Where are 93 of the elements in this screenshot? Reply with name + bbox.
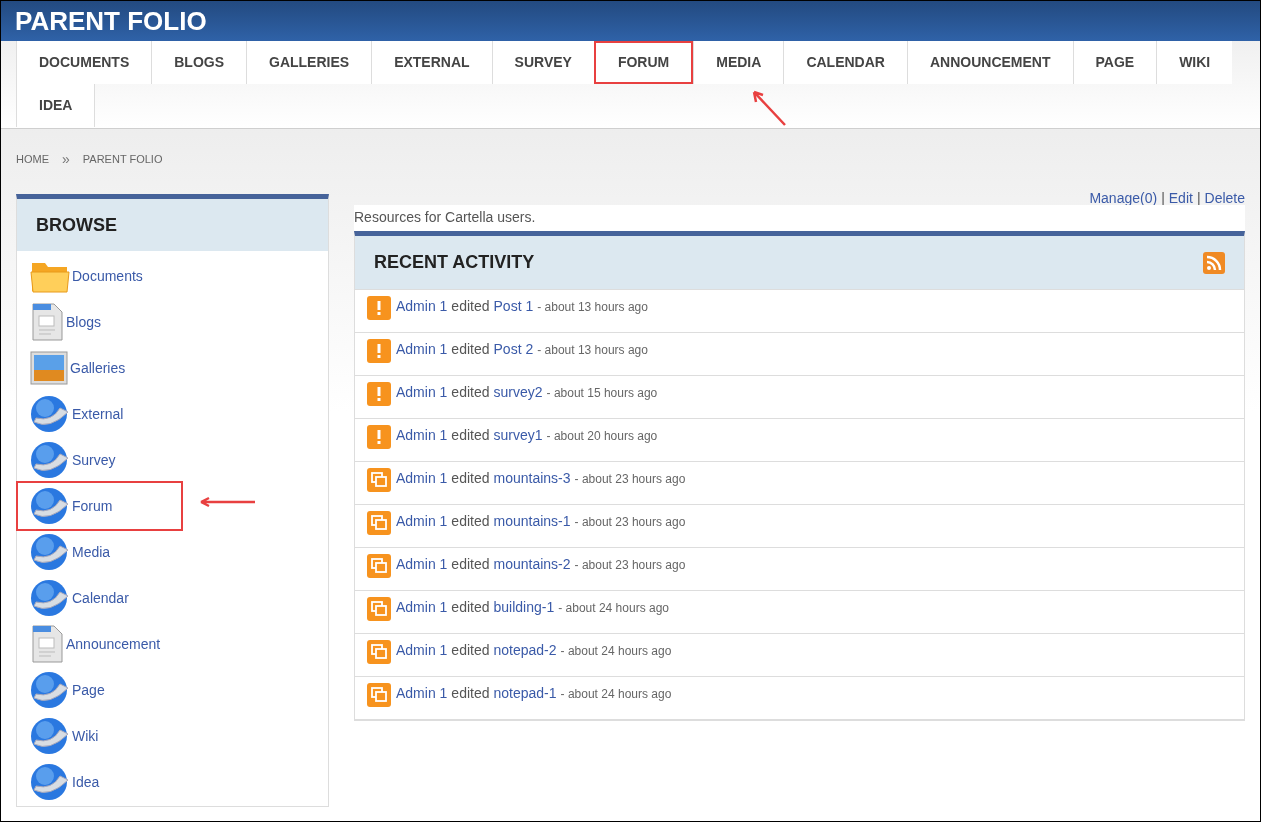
activity-time: - about 15 hours ago — [546, 385, 658, 402]
picture-icon — [30, 351, 68, 385]
item-link[interactable]: notepad-2 — [493, 640, 557, 661]
item-link[interactable]: survey1 — [493, 425, 543, 446]
activity-verb: edited — [451, 684, 490, 703]
nav-tab[interactable]: BLOGS — [151, 41, 246, 84]
item-link[interactable]: mountains-1 — [493, 511, 571, 532]
activity-verb: edited — [451, 340, 490, 359]
user-link[interactable]: Admin 1 — [396, 597, 448, 618]
activity-verb: edited — [451, 469, 490, 488]
browse-item[interactable]: Blogs — [18, 299, 181, 345]
alert-icon — [367, 296, 391, 320]
nav-tab[interactable]: DOCUMENTS — [16, 41, 152, 84]
images-icon — [367, 683, 391, 707]
globe-icon — [30, 486, 70, 526]
nav-tab[interactable]: MEDIA — [693, 41, 784, 84]
activity-time: - about 23 hours ago — [574, 557, 686, 574]
breadcrumb-link[interactable]: PARENT FOLIO — [82, 150, 163, 168]
activity-verb: edited — [451, 641, 490, 660]
globe-icon — [30, 394, 70, 434]
globe-icon — [30, 716, 70, 756]
activity-time: - about 23 hours ago — [574, 471, 686, 488]
activity-time: - about 24 hours ago — [558, 600, 669, 617]
nav-tab[interactable]: IDEA — [16, 84, 96, 127]
activity-verb: edited — [451, 598, 490, 617]
panel-title: RECENT ACTIVITY — [374, 251, 535, 274]
user-link[interactable]: Admin 1 — [396, 468, 448, 489]
item-link[interactable]: mountains-2 — [493, 554, 571, 575]
activity-verb: edited — [451, 426, 490, 445]
nav-tab[interactable]: PAGE — [1072, 41, 1157, 84]
nav-tab[interactable]: ANNOUNCEMENT — [906, 41, 1073, 84]
user-link[interactable]: Admin 1 — [396, 554, 448, 575]
activity-time: - about 13 hours ago — [537, 299, 648, 316]
images-icon — [367, 554, 391, 578]
document-icon — [30, 302, 64, 342]
browse-item[interactable]: Forum — [18, 483, 181, 529]
browse-item[interactable]: Survey — [18, 437, 181, 483]
images-icon — [367, 511, 391, 535]
user-link[interactable]: Admin 1 — [396, 296, 448, 317]
globe-icon — [30, 532, 70, 572]
user-link[interactable]: Admin 1 — [396, 382, 448, 403]
nav-tab[interactable]: FORUM — [593, 41, 694, 84]
user-link[interactable]: Admin 1 — [396, 683, 448, 704]
browse-item[interactable]: Media — [18, 529, 181, 575]
user-link[interactable]: Admin 1 — [396, 640, 448, 661]
browse-item[interactable]: Announcement — [18, 621, 181, 667]
images-icon — [367, 597, 391, 621]
nav-tab[interactable]: GALLERIES — [246, 41, 372, 84]
globe-icon — [30, 762, 70, 802]
browse-item[interactable]: Calendar — [18, 575, 181, 621]
item-link[interactable]: building-1 — [493, 597, 555, 618]
activity-time: - about 13 hours ago — [537, 342, 648, 359]
alert-icon — [367, 425, 391, 449]
activity-verb: edited — [451, 555, 490, 574]
activity-time: - about 23 hours ago — [574, 514, 686, 531]
panel-title: BROWSE — [36, 213, 117, 237]
alert-icon — [367, 382, 391, 406]
user-link[interactable]: Admin 1 — [396, 425, 448, 446]
browse-item[interactable]: Page — [18, 667, 181, 713]
globe-icon — [30, 440, 70, 480]
item-link[interactable]: Post 2 — [493, 339, 534, 360]
browse-item[interactable]: Wiki — [18, 713, 181, 759]
browse-item[interactable]: Galleries — [18, 345, 181, 391]
breadcrumb-link[interactable]: HOME — [16, 150, 49, 168]
breadcrumb-separator: » — [62, 149, 70, 169]
item-link[interactable]: notepad-1 — [493, 683, 557, 704]
user-link[interactable]: Admin 1 — [396, 339, 448, 360]
alert-icon — [367, 339, 391, 363]
item-link[interactable]: mountains-3 — [493, 468, 571, 489]
item-link[interactable]: Post 1 — [493, 296, 534, 317]
activity-verb: edited — [451, 383, 490, 402]
images-icon — [367, 468, 391, 492]
browse-item[interactable]: Documents — [18, 253, 181, 299]
images-icon — [367, 640, 391, 664]
nav-tab[interactable]: CALENDAR — [783, 41, 907, 84]
document-icon — [30, 624, 64, 664]
globe-icon — [30, 670, 70, 710]
browse-item[interactable]: Idea — [18, 759, 181, 805]
globe-icon — [30, 578, 70, 618]
activity-verb: edited — [451, 297, 490, 316]
folio-description: Resources for Cartella users. — [354, 205, 1245, 231]
nav-tab[interactable]: SURVEY — [491, 41, 594, 84]
nav-tab[interactable]: EXTERNAL — [371, 41, 492, 84]
user-link[interactable]: Admin 1 — [396, 511, 448, 532]
rss-icon[interactable] — [1203, 251, 1225, 274]
activity-verb: edited — [451, 512, 490, 531]
item-link[interactable]: survey2 — [493, 382, 543, 403]
activity-time: - about 24 hours ago — [560, 686, 672, 703]
site-title: PARENT FOLIO — [15, 4, 207, 38]
activity-time: - about 20 hours ago — [546, 428, 658, 445]
nav-tab[interactable]: WIKI — [1156, 41, 1233, 84]
activity-time: - about 24 hours ago — [560, 643, 672, 660]
browse-item[interactable]: External — [18, 391, 181, 437]
